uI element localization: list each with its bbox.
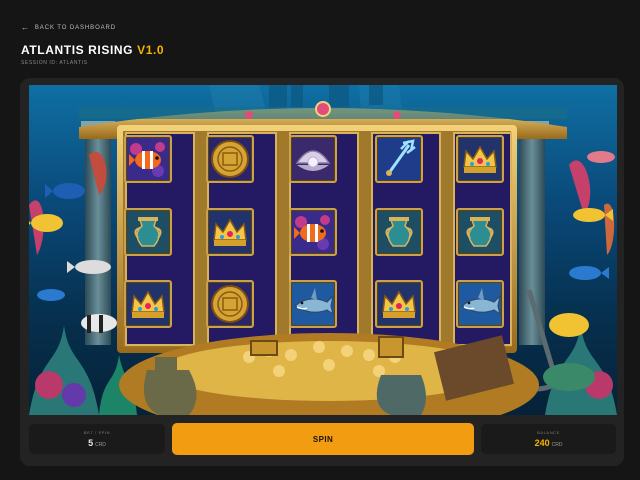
shark-icon	[293, 288, 334, 316]
reel-2-row-1-gold-coin	[206, 135, 254, 183]
trident-icon	[386, 139, 416, 176]
crown-icon	[382, 290, 416, 318]
amphora-icon	[466, 217, 494, 247]
amphora-icon	[385, 217, 413, 247]
reel-5-row-3-shark	[456, 280, 504, 328]
slot-scene	[29, 85, 617, 415]
reel-5-row-2-amphora	[456, 208, 504, 256]
reel-4-row-3-crown	[375, 280, 423, 328]
reel-1-row-1-clownfish	[124, 135, 172, 183]
gold-coin-icon	[211, 140, 249, 178]
balance-amount: 240	[534, 438, 550, 448]
bet-amount: 5	[88, 438, 94, 448]
crown-icon	[463, 145, 497, 173]
bet-label: BET / SPIN	[83, 430, 111, 435]
game-title: ATLANTIS RISING	[21, 43, 134, 57]
back-to-dashboard-link[interactable]: ← BACK TO DASHBOARD	[21, 23, 116, 33]
amphora-icon	[134, 217, 162, 247]
reel-1-row-3-crown	[124, 280, 172, 328]
gold-coin-icon	[211, 285, 249, 323]
reel-5-row-1-crown	[456, 135, 504, 183]
bet-panel[interactable]: BET / SPIN 5 CRD	[29, 424, 165, 454]
balance-panel: BALANCE 240 CRD	[481, 424, 616, 454]
shark-icon	[460, 288, 501, 316]
spin-button[interactable]: SPIN	[172, 423, 474, 455]
reel-1-row-2-amphora	[124, 208, 172, 256]
clownfish-icon	[129, 142, 165, 177]
reel-3-row-3-shark	[289, 280, 337, 328]
bet-value: 5 CRD	[88, 438, 106, 448]
reel-2-row-3-gold-coin	[206, 280, 254, 328]
back-label: BACK TO DASHBOARD	[34, 25, 117, 31]
bet-unit: CRD	[95, 442, 106, 448]
session-id: SESSION ID: ATLANTIS	[21, 60, 88, 66]
balance-label: BALANCE	[537, 430, 560, 435]
reel-3-row-1-pearl-shell	[289, 135, 337, 183]
reel-4-row-2-amphora	[375, 208, 423, 256]
reel-4-row-1-trident	[375, 135, 423, 183]
pearl-shell-icon	[295, 150, 331, 171]
version-label: V1.0	[137, 43, 165, 57]
reel-3-row-2-clownfish	[289, 208, 337, 256]
balance-unit: CRD	[551, 442, 563, 448]
reel-2-row-2-crown	[206, 208, 254, 256]
arrow-left-icon: ←	[21, 23, 30, 32]
crown-icon	[213, 218, 247, 246]
page-title: ATLANTIS RISING V1.0	[21, 43, 164, 57]
clownfish-icon	[294, 215, 330, 250]
balance-value: 240 CRD	[535, 438, 563, 448]
crown-icon	[131, 290, 165, 318]
